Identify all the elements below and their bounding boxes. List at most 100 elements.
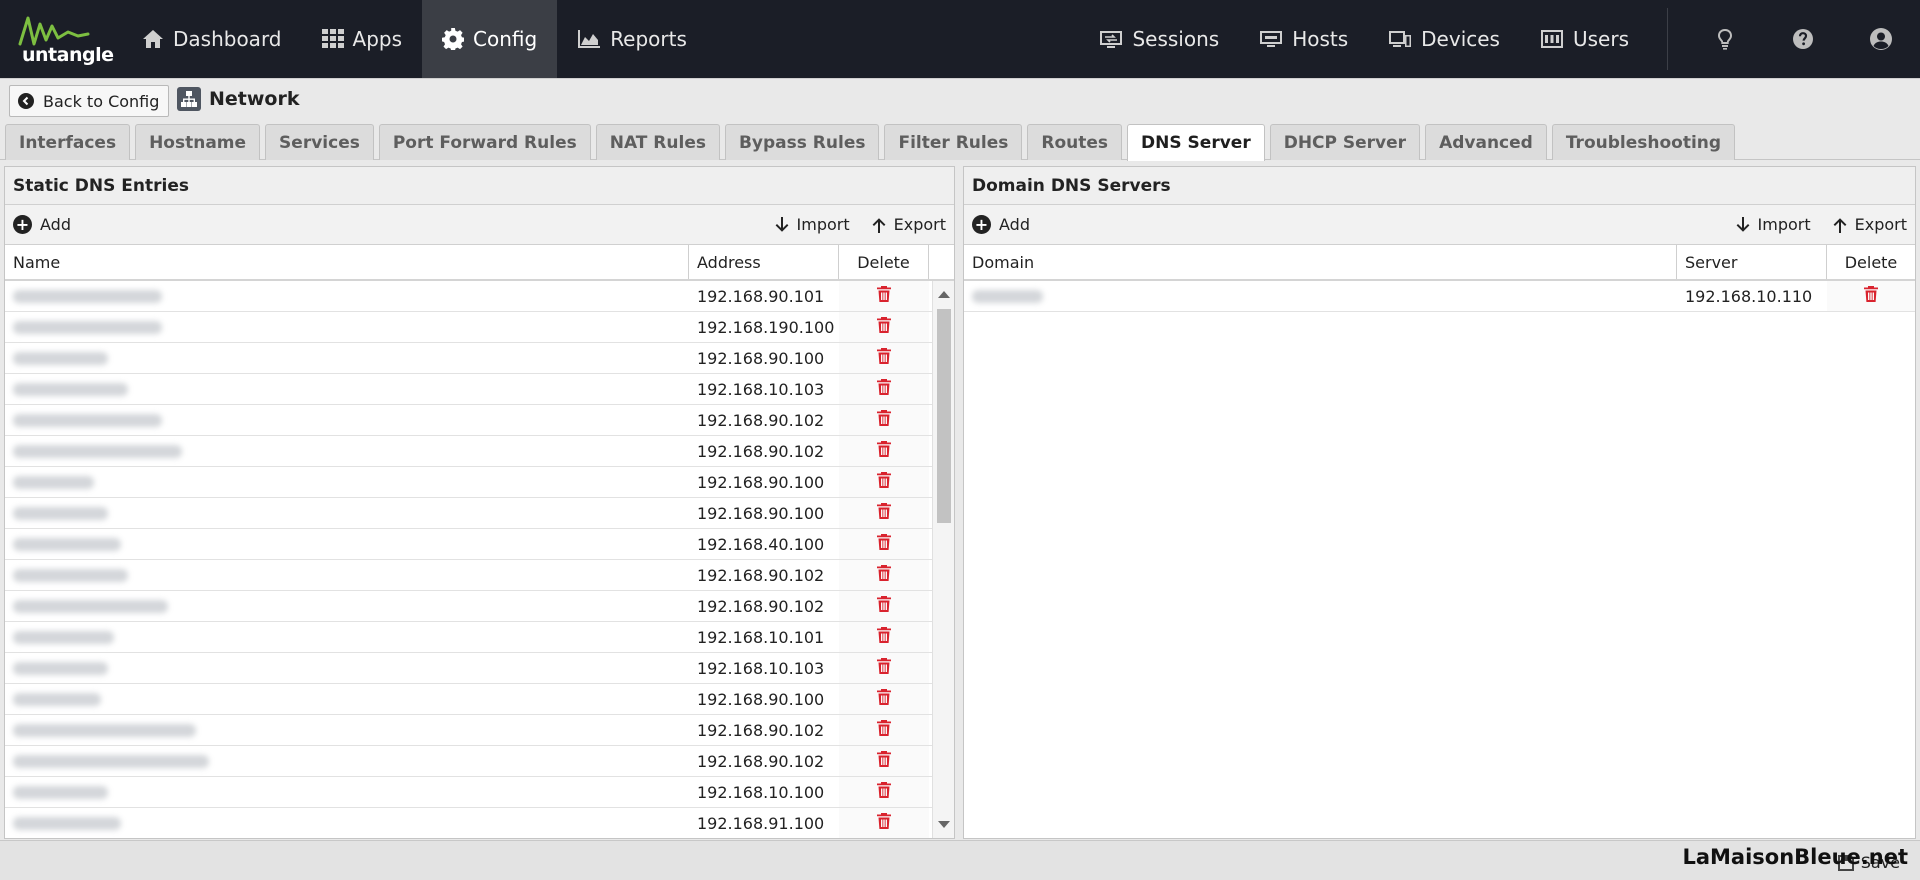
table-row[interactable]: 192.168.91.100 (5, 808, 954, 838)
cell-address[interactable]: 192.168.90.100 (689, 498, 839, 528)
cell-address[interactable]: 192.168.90.102 (689, 405, 839, 435)
cell-name[interactable] (5, 405, 689, 435)
delete-row-button[interactable] (839, 653, 929, 683)
table-row[interactable]: 192.168.90.102 (5, 436, 954, 467)
cell-name[interactable] (5, 715, 689, 745)
tab-troubleshooting[interactable]: Troubleshooting (1551, 124, 1736, 160)
cell-name[interactable] (5, 777, 689, 807)
scroll-up-icon[interactable] (938, 291, 950, 298)
table-row[interactable]: 192.168.90.100 (5, 498, 954, 529)
delete-row-button[interactable] (839, 405, 929, 435)
cell-name[interactable] (5, 591, 689, 621)
cell-name[interactable] (5, 560, 689, 590)
tab-dhcp-server[interactable]: DHCP Server (1269, 124, 1421, 160)
column-header-name[interactable]: Name (5, 245, 689, 279)
table-row[interactable]: 192.168.10.101 (5, 622, 954, 653)
cell-name[interactable] (5, 343, 689, 373)
cell-name[interactable] (5, 622, 689, 652)
delete-row-button[interactable] (839, 343, 929, 373)
table-row[interactable]: 192.168.90.102 (5, 560, 954, 591)
cell-address[interactable]: 192.168.10.100 (689, 777, 839, 807)
tab-nat-rules[interactable]: NAT Rules (595, 124, 720, 160)
cell-name[interactable] (5, 436, 689, 466)
cell-name[interactable] (5, 746, 689, 776)
tab-routes[interactable]: Routes (1027, 124, 1123, 160)
cell-name[interactable] (5, 374, 689, 404)
cell-name[interactable] (5, 684, 689, 714)
tab-bypass-rules[interactable]: Bypass Rules (724, 124, 880, 160)
static-dns-scrollbar[interactable] (932, 281, 954, 838)
table-row[interactable]: 192.168.10.110 (964, 281, 1915, 312)
cell-address[interactable]: 192.168.90.102 (689, 560, 839, 590)
nav-users[interactable]: Users (1520, 0, 1649, 78)
delete-row-button[interactable] (839, 436, 929, 466)
cell-address[interactable]: 192.168.90.102 (689, 436, 839, 466)
tab-port-forward-rules[interactable]: Port Forward Rules (378, 124, 591, 160)
back-to-config-button[interactable]: Back to Config (9, 85, 170, 117)
cell-address[interactable]: 192.168.90.101 (689, 281, 839, 311)
table-row[interactable]: 192.168.90.102 (5, 715, 954, 746)
table-row[interactable]: 192.168.90.102 (5, 591, 954, 622)
nav-hosts[interactable]: Hosts (1239, 0, 1368, 78)
nav-devices[interactable]: Devices (1368, 0, 1520, 78)
table-row[interactable]: 192.168.90.100 (5, 684, 954, 715)
table-row[interactable]: 192.168.90.100 (5, 343, 954, 374)
static-dns-add-button[interactable]: + Add (13, 215, 71, 234)
cell-name[interactable] (5, 312, 689, 342)
delete-row-button[interactable] (839, 467, 929, 497)
tips-button[interactable] (1686, 0, 1764, 78)
column-header-address[interactable]: Address (689, 245, 839, 279)
cell-address[interactable]: 192.168.10.103 (689, 653, 839, 683)
delete-row-button[interactable] (839, 622, 929, 652)
nav-config[interactable]: Config (422, 0, 558, 78)
cell-address[interactable]: 192.168.90.100 (689, 467, 839, 497)
cell-name[interactable] (5, 498, 689, 528)
delete-row-button[interactable] (839, 746, 929, 776)
delete-row-button[interactable] (839, 374, 929, 404)
nav-reports[interactable]: Reports (557, 0, 707, 78)
delete-row-button[interactable] (839, 715, 929, 745)
delete-row-button[interactable] (839, 591, 929, 621)
cell-address[interactable]: 192.168.90.100 (689, 343, 839, 373)
tab-services[interactable]: Services (265, 124, 374, 160)
domain-dns-import-button[interactable]: Import (1736, 215, 1811, 234)
cell-address[interactable]: 192.168.90.100 (689, 684, 839, 714)
cell-name[interactable] (5, 653, 689, 683)
tab-advanced[interactable]: Advanced (1425, 124, 1547, 160)
cell-address[interactable]: 192.168.10.103 (689, 374, 839, 404)
delete-row-button[interactable] (839, 684, 929, 714)
domain-dns-export-button[interactable]: Export (1833, 215, 1907, 234)
tab-interfaces[interactable]: Interfaces (5, 124, 131, 160)
nav-dashboard[interactable]: Dashboard (122, 0, 302, 78)
tab-hostname[interactable]: Hostname (135, 124, 261, 160)
untangle-logo[interactable]: untangle (0, 0, 122, 78)
table-row[interactable]: 192.168.10.103 (5, 653, 954, 684)
cell-address[interactable]: 192.168.91.100 (689, 808, 839, 838)
delete-row-button[interactable] (839, 312, 929, 342)
delete-row-button[interactable] (839, 529, 929, 559)
domain-dns-add-button[interactable]: + Add (972, 215, 1030, 234)
cell-name[interactable] (5, 808, 689, 838)
column-header-domain[interactable]: Domain (964, 245, 1677, 279)
cell-address[interactable]: 192.168.90.102 (689, 591, 839, 621)
cell-address[interactable]: 192.168.190.100 (689, 312, 839, 342)
table-row[interactable]: 192.168.90.102 (5, 405, 954, 436)
table-row[interactable]: 192.168.90.100 (5, 467, 954, 498)
nav-sessions[interactable]: Sessions (1079, 0, 1239, 78)
delete-row-button[interactable] (1827, 281, 1915, 311)
cell-server[interactable]: 192.168.10.110 (1677, 281, 1827, 311)
table-row[interactable]: 192.168.40.100 (5, 529, 954, 560)
account-button[interactable] (1842, 0, 1920, 78)
scroll-down-icon[interactable] (938, 821, 950, 828)
scroll-thumb[interactable] (937, 309, 951, 523)
tab-filter-rules[interactable]: Filter Rules (884, 124, 1023, 160)
cell-address[interactable]: 192.168.90.102 (689, 746, 839, 776)
table-row[interactable]: 192.168.10.100 (5, 777, 954, 808)
delete-row-button[interactable] (839, 777, 929, 807)
cell-name[interactable] (5, 467, 689, 497)
cell-name[interactable] (5, 281, 689, 311)
help-button[interactable] (1764, 0, 1842, 78)
cell-address[interactable]: 192.168.10.101 (689, 622, 839, 652)
cell-domain[interactable] (964, 281, 1677, 311)
delete-row-button[interactable] (839, 808, 929, 838)
